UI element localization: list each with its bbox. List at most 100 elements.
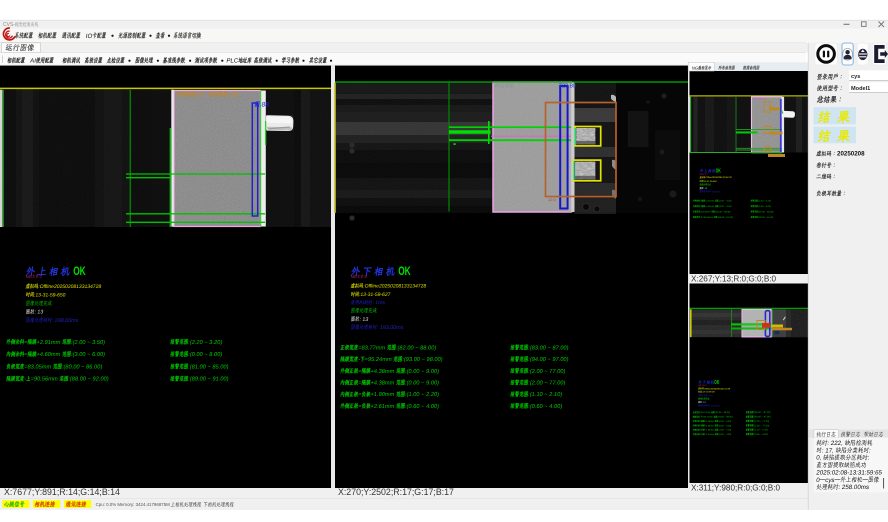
- svg-text:OK: OK: [73, 266, 86, 278]
- svg-text:+4.38mm: +4.38mm: [704, 421, 714, 423]
- svg-text::(89.00 ~ 91.00): :(89.00 ~ 91.00): [188, 377, 229, 383]
- svg-text:=90.56mm: =90.56mm: [702, 217, 713, 219]
- svg-text:: 298.00ms: : 298.00ms: [51, 318, 79, 324]
- svg-text:2025:02:08-13:31:59:65: 2025:02:08-13:31:59:65: [816, 469, 883, 476]
- svg-text::(83.00 ~ 87.00): :(83.00 ~ 87.00): [528, 345, 569, 351]
- svg-text::(81.00 ~ 85.00): :(81.00 ~ 85.00): [758, 211, 774, 213]
- svg-text::100: :100: [227, 92, 239, 98]
- svg-text:=83.77mm: =83.77mm: [700, 412, 711, 414]
- svg-text:+4.38mm: +4.38mm: [704, 425, 714, 427]
- svg-text::(2.00 ~ 77.00): :(2.00 ~ 77.00): [753, 424, 769, 427]
- svg-text::(83.00 ~ 87.00): :(83.00 ~ 87.00): [753, 411, 771, 414]
- svg-text::(0.00 ~ 9.00): :(0.00 ~ 9.00): [405, 381, 440, 387]
- svg-text:: 193.00ms: : 193.00ms: [376, 325, 404, 331]
- svg-text::(2.20 ~ 3.20): :(2.20 ~ 3.20): [758, 201, 772, 203]
- svg-text:X:7677;Y:891;R:14;G:14;B:14: X:7677;Y:891;R:14;G:14;B:14: [4, 487, 120, 497]
- svg-text::(2.00 ~ 77.00): :(2.00 ~ 77.00): [528, 369, 566, 375]
- svg-text:+2.91mm: +2.91mm: [36, 340, 61, 346]
- svg-text:OK: OK: [714, 380, 719, 386]
- svg-text::(0.00 ~ 8.00): :(0.00 ~ 8.00): [758, 206, 772, 208]
- svg-text:+1.90mm: +1.90mm: [704, 430, 714, 432]
- svg-text::(1.00 ~ 2.20): :(1.00 ~ 2.20): [718, 430, 732, 432]
- svg-text:Cpu: 0.0% Memory: 3424.4179687: Cpu: 0.0% Memory: 3424.41796875M: [96, 502, 171, 507]
- svg-text:+2.91mm: +2.91mm: [705, 201, 715, 203]
- svg-text:: 258.00ms: : 258.00ms: [838, 484, 870, 491]
- svg-text::(2.00 ~ 3.50): :(2.00 ~ 3.50): [71, 340, 106, 346]
- svg-text::13-31-59-650: :13-31-59-650: [34, 292, 66, 298]
- svg-text:=95.24mm: =95.24mm: [702, 417, 713, 419]
- svg-text::(81.00 ~ 85.00): :(81.00 ~ 85.00): [188, 364, 229, 370]
- svg-text::(82.00 ~ 88.00): :(82.00 ~ 88.00): [395, 345, 436, 351]
- svg-text::(1.10 ~ 2.10): :(1.10 ~ 2.10): [753, 429, 768, 432]
- svg-text:X:270;Y:2502;R:17;G:17;B:17: X:270;Y:2502;R:17;G:17;B:17: [338, 487, 454, 497]
- svg-text:PLC: PLC: [226, 58, 240, 65]
- svg-text::13-31-59-627: :13-31-59-627: [702, 392, 716, 394]
- svg-text:=83.05mm: =83.05mm: [700, 211, 711, 213]
- svg-text:20250208: 20250208: [837, 151, 865, 158]
- svg-text:+1.90mm: +1.90mm: [370, 392, 395, 398]
- svg-text:+2.61mm: +2.61mm: [370, 404, 395, 410]
- svg-text::Offline20250208133134728: :Offline20250208133134728: [705, 177, 733, 179]
- svg-text:: 13: : 13: [34, 310, 44, 316]
- svg-text::(94.00 ~ 97.00): :(94.00 ~ 97.00): [753, 416, 771, 419]
- svg-text:=83.05mm: =83.05mm: [24, 364, 52, 370]
- svg-text::(80.00 ~ 86.00): :(80.00 ~ 86.00): [715, 211, 731, 213]
- svg-text:AI: AI: [359, 300, 365, 306]
- svg-text:cys: cys: [825, 477, 835, 484]
- svg-text:OK: OK: [398, 266, 411, 278]
- svg-text:+4.38mm: +4.38mm: [370, 369, 395, 375]
- svg-text::(1.00 ~ 2.20): :(1.00 ~ 2.20): [405, 392, 440, 398]
- svg-text:OK: OK: [716, 169, 721, 175]
- svg-text:X:267;Y:13;R:0;G:0;B:0: X:267;Y:13;R:0;G:0;B:0: [691, 275, 777, 284]
- svg-text::(2.00 ~ 77.00): :(2.00 ~ 77.00): [753, 420, 769, 423]
- svg-text:: 1ms: : 1ms: [372, 300, 386, 306]
- svg-text::(94.00 ~ 97.00): :(94.00 ~ 97.00): [528, 357, 569, 363]
- svg-text::(82.00 ~ 88.00): :(82.00 ~ 88.00): [714, 412, 730, 414]
- svg-text:+4.60mm: +4.60mm: [705, 206, 715, 208]
- svg-text::(2.20 ~ 3.20): :(2.20 ~ 3.20): [188, 340, 223, 346]
- svg-text::(0.60 ~ 4.00): :(0.60 ~ 4.00): [528, 404, 563, 410]
- svg-text::(93.00 ~ 98.00): :(93.00 ~ 98.00): [402, 357, 443, 363]
- svg-text:: 1ms: : 1ms: [707, 395, 712, 397]
- svg-text::93: :93: [195, 92, 204, 98]
- svg-text::(93.00 ~ 98.00): :(93.00 ~ 98.00): [717, 417, 733, 419]
- svg-text::(80.00 ~ 86.00): :(80.00 ~ 86.00): [61, 364, 102, 370]
- svg-text:AI: AI: [495, 84, 500, 90]
- svg-text:IO: IO: [85, 33, 93, 40]
- svg-text:Model1: Model1: [851, 86, 870, 92]
- svg-text:: 298.00ms: : 298.00ms: [711, 191, 722, 193]
- svg-text:=90.56mm: =90.56mm: [30, 377, 58, 383]
- svg-text::(88.00 ~ 92.00): :(88.00 ~ 92.00): [68, 377, 109, 383]
- svg-text:NG: NG: [25, 274, 32, 279]
- svg-text:cys: cys: [851, 74, 860, 80]
- svg-text::Offline20250208133134728: :Offline20250208133134728: [38, 284, 102, 290]
- svg-text::(0.00 ~ 9.00): :(0.00 ~ 9.00): [718, 421, 732, 423]
- svg-text:: 13: : 13: [359, 317, 369, 323]
- svg-text::(0.00 ~ 9.00): :(0.00 ~ 9.00): [718, 425, 732, 427]
- svg-text::(0.00 ~ 9.00): :(0.00 ~ 9.00): [405, 369, 440, 375]
- svg-text:+4.38mm: +4.38mm: [370, 381, 395, 387]
- svg-text:NG: NG: [691, 65, 698, 70]
- svg-text::Offline20250208133134728: :Offline20250208133134728: [363, 284, 427, 290]
- svg-text:+4.60mm: +4.60mm: [36, 352, 61, 358]
- svg-text:=83.77mm: =83.77mm: [358, 345, 386, 351]
- svg-text::(3.00 ~ 6.00): :(3.00 ~ 6.00): [718, 206, 732, 208]
- svg-text::(0.60 ~ 4.00): :(0.60 ~ 4.00): [753, 433, 768, 436]
- svg-text::(3.00 ~ 6.00): :(3.00 ~ 6.00): [71, 352, 106, 358]
- svg-text::93: :93: [762, 97, 767, 101]
- svg-text::13-31-59-650: :13-31-59-650: [703, 181, 717, 183]
- svg-text::Offline20250208133134728: :Offline20250208133134728: [703, 388, 731, 390]
- svg-text::(2.00 ~ 3.50): :(2.00 ~ 3.50): [718, 201, 732, 203]
- svg-text:X:311;Y:980;R:0;G:0;B:0: X:311;Y:980;R:0;G:0;B:0: [691, 484, 781, 493]
- svg-text:+2.61mm: +2.61mm: [704, 434, 714, 436]
- svg-text:: 222,: : 222,: [827, 440, 844, 447]
- svg-text:.88: .88: [259, 102, 269, 109]
- svg-text:T23.80: T23.80: [559, 84, 576, 90]
- svg-text::(1.10 ~ 2.10): :(1.10 ~ 2.10): [528, 392, 563, 398]
- svg-text:=95.24mm: =95.24mm: [364, 357, 392, 363]
- svg-text::(0.00 ~ 8.00): :(0.00 ~ 8.00): [188, 352, 223, 358]
- svg-text:12.0: 12.0: [548, 197, 557, 202]
- svg-text::(0.60 ~ 4.00): :(0.60 ~ 4.00): [718, 434, 732, 436]
- svg-text::(2.00 ~ 77.00): :(2.00 ~ 77.00): [528, 381, 566, 387]
- svg-text::13-31-59-627: :13-31-59-627: [359, 292, 391, 298]
